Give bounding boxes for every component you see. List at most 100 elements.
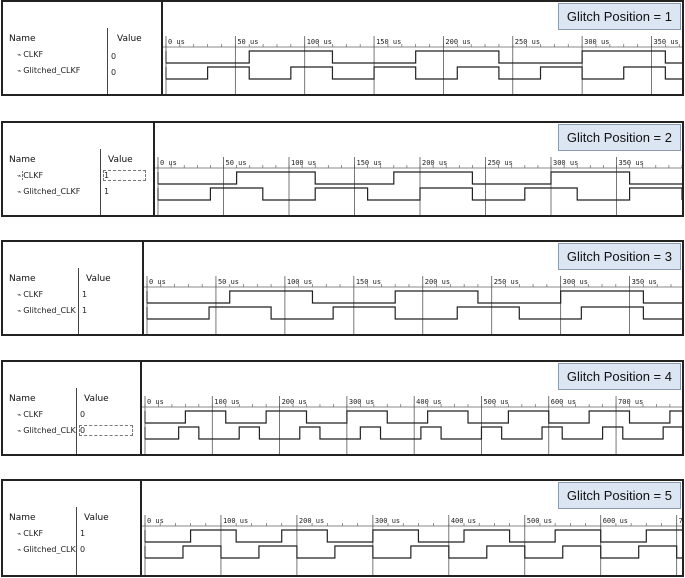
signal-row[interactable]: ⌁ CLKF xyxy=(17,50,43,59)
column-divider[interactable] xyxy=(107,28,108,94)
signal-name: CLKF xyxy=(23,290,44,299)
signal-row[interactable]: ⌁ CLKF xyxy=(17,171,44,180)
signal-icon: ⌁ xyxy=(17,188,22,196)
name-column-header: Name xyxy=(9,513,36,523)
name-column-header: Name xyxy=(9,34,36,44)
signal-icon: ⌁ xyxy=(17,291,22,299)
value-column-header: Value xyxy=(86,274,111,284)
signal-name: CLKF xyxy=(23,529,44,538)
signal-icon: ⌁ xyxy=(17,51,22,59)
tick-label: 0 us xyxy=(147,398,164,406)
tick-label: 0 us xyxy=(168,38,185,46)
signal-value: 0 xyxy=(111,68,117,77)
waveform-panel: Name Value ⌁ CLKF 0 ⌁ Glitched_CLK 00 us 100 … xyxy=(1,360,684,456)
waveform-glitched-clk xyxy=(145,426,682,440)
tick-label: 300 us xyxy=(349,398,374,406)
signal-icon: ⌁ xyxy=(17,546,22,554)
column-divider[interactable] xyxy=(100,149,101,215)
name-column-header: Name xyxy=(9,274,36,284)
waveform-glitched-clkf xyxy=(166,66,682,80)
signal-icon: ⌁ xyxy=(17,427,22,435)
tick-label: 700 us xyxy=(618,398,643,406)
tick-label: 300 us xyxy=(553,159,578,167)
signal-name: Glitched_CLK xyxy=(23,306,76,315)
signal-name: CLKF xyxy=(22,171,44,180)
signal-icon: ⌁ xyxy=(17,307,22,315)
tick-label: 200 us xyxy=(282,398,307,406)
signal-row[interactable]: ⌁ Glitched_CLKF xyxy=(17,66,80,75)
tick-label: 600 us xyxy=(551,398,576,406)
signal-name: Glitched_CLKF xyxy=(23,187,81,196)
signal-list: Name Value ⌁ CLKF 1 ⌁ Glitched_CLK 0 xyxy=(3,481,142,575)
signal-value: 1 xyxy=(80,529,86,538)
glitch-position-label: Glitch Position = 2 xyxy=(557,124,681,151)
column-divider[interactable] xyxy=(78,268,79,334)
signal-icon: ⌁ xyxy=(17,67,22,75)
signal-value: 1 xyxy=(82,290,88,299)
value-column-header: Value xyxy=(84,513,109,523)
name-column-header: Name xyxy=(9,394,36,404)
tick-label: 250 us xyxy=(488,159,513,167)
tick-label: 250 us xyxy=(494,278,519,286)
tick-label: 300 us xyxy=(563,278,588,286)
glitch-position-label: Glitch Position = 5 xyxy=(557,482,681,509)
signal-list: Name Value ⌁ CLKF 0 ⌁ Glitched_CLK 0 xyxy=(3,362,142,454)
tick-label: 350 us xyxy=(632,278,657,286)
tick-label: 150 us xyxy=(357,159,382,167)
tick-label: 200 us xyxy=(445,38,470,46)
tick-label: 250 us xyxy=(515,38,540,46)
signal-row[interactable]: ⌁ CLKF xyxy=(17,529,43,538)
tick-label: 350 us xyxy=(653,38,678,46)
signal-value: 1 xyxy=(103,170,146,181)
waveform-panel: Name Value ⌁ CLKF 0 ⌁ Glitched_CLKF 0 0 us 50 … xyxy=(1,0,684,96)
tick-label: 50 us xyxy=(226,159,247,167)
signal-value: 0 xyxy=(111,52,117,61)
glitch-position-label: Glitch Position = 4 xyxy=(557,363,681,390)
name-column-header: Name xyxy=(9,155,36,165)
waveform-clkf xyxy=(147,290,682,304)
tick-label: 100 us xyxy=(291,159,316,167)
waveform-clkf xyxy=(166,50,682,64)
waveform-clkf xyxy=(145,410,682,424)
tick-label: 300 us xyxy=(375,517,400,525)
waveform-panel: Name Value ⌁ CLKF 1 ⌁ Glitched_CLK 1 0 us 50 u… xyxy=(1,240,684,336)
tick-label: 150 us xyxy=(376,38,401,46)
tick-label: 200 us xyxy=(422,159,447,167)
signal-row[interactable]: ⌁ Glitched_CLK xyxy=(17,426,76,435)
signal-row[interactable]: ⌁ Glitched_CLK xyxy=(17,306,76,315)
tick-label: 7 xyxy=(679,517,682,525)
waveform-glitched-clkf xyxy=(158,187,682,201)
tick-label: 100 us xyxy=(287,278,312,286)
signal-name: Glitched_CLK xyxy=(23,545,76,554)
tick-label: 500 us xyxy=(527,517,552,525)
signal-list: Name Value ⌁ CLKF 1 ⌁ Glitched_CLKF 1 xyxy=(3,123,155,215)
signal-row[interactable]: ⌁ CLKF xyxy=(17,290,43,299)
tick-label: 500 us xyxy=(483,398,508,406)
signal-name: Glitched_CLK xyxy=(23,426,76,435)
signal-row[interactable]: ⌁ CLKF xyxy=(17,410,43,419)
waveform-glitched-clk xyxy=(147,306,682,320)
signal-value: 0 xyxy=(80,545,86,554)
column-divider[interactable] xyxy=(76,388,77,454)
signal-row[interactable]: ⌁ Glitched_CLK xyxy=(17,545,76,554)
waveform-panel: Name Value ⌁ CLKF 1 ⌁ Glitched_CLK 0 0 us 100 … xyxy=(1,479,684,577)
tick-label: 50 us xyxy=(218,278,239,286)
signal-list: Name Value ⌁ CLKF 1 ⌁ Glitched_CLK 1 xyxy=(3,242,144,334)
glitch-position-label: Glitch Position = 3 xyxy=(557,243,681,270)
tick-label: 150 us xyxy=(356,278,381,286)
tick-label: 600 us xyxy=(603,517,628,525)
signal-icon: ⌁ xyxy=(17,411,22,419)
signal-row[interactable]: ⌁ Glitched_CLKF xyxy=(17,187,80,196)
tick-label: 300 us xyxy=(584,38,609,46)
signal-value: 1 xyxy=(82,306,88,315)
signal-name: CLKF xyxy=(23,410,44,419)
tick-label: 400 us xyxy=(416,398,441,406)
signal-value: 0 xyxy=(80,410,86,419)
tick-label: 0 us xyxy=(147,517,164,525)
tick-label: 100 us xyxy=(307,38,332,46)
tick-label: 50 us xyxy=(237,38,258,46)
signal-value: 1 xyxy=(104,187,110,196)
glitch-position-label: Glitch Position = 1 xyxy=(557,3,681,30)
tick-label: 0 us xyxy=(149,278,166,286)
column-divider[interactable] xyxy=(76,507,77,575)
